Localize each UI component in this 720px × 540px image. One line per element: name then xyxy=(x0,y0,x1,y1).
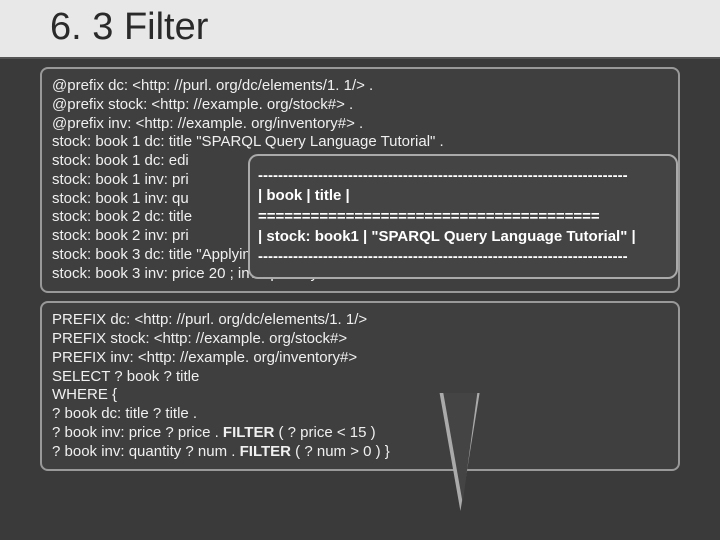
filter-keyword: FILTER xyxy=(223,424,274,441)
result-line: | stock: book1 | "SPARQL Query Language … xyxy=(258,227,668,247)
result-line: | book | title | xyxy=(258,186,668,206)
code-line: SELECT ? book ? title xyxy=(52,368,668,387)
query-result-callout: ----------------------------------------… xyxy=(248,154,678,279)
code-line: ? book inv: quantity ? num . FILTER ( ? … xyxy=(52,443,668,462)
code-line: ? book inv: price ? price . FILTER ( ? p… xyxy=(52,424,668,443)
code-line: WHERE { xyxy=(52,386,668,405)
code-line: PREFIX stock: <http: //example. org/stoc… xyxy=(52,330,668,349)
slide-title: 6. 3 Filter xyxy=(50,6,670,49)
result-line: ----------------------------------------… xyxy=(258,247,668,267)
result-line: ======================================= xyxy=(258,207,668,227)
code-line: @prefix dc: <http: //purl. org/dc/elemen… xyxy=(52,77,668,96)
code-line: stock: book 1 dc: title "SPARQL Query La… xyxy=(52,133,668,152)
code-line: PREFIX inv: <http: //example. org/invent… xyxy=(52,349,668,368)
code-line: @prefix stock: <http: //example. org/sto… xyxy=(52,96,668,115)
title-area: 6. 3 Filter xyxy=(0,0,720,59)
code-line: PREFIX dc: <http: //purl. org/dc/element… xyxy=(52,311,668,330)
code-line: @prefix inv: <http: //example. org/inven… xyxy=(52,115,668,134)
slide: 6. 3 Filter @prefix dc: <http: //purl. o… xyxy=(0,0,720,540)
result-line: ----------------------------------------… xyxy=(258,166,668,186)
code-line: ? book dc: title ? title . xyxy=(52,405,668,424)
filter-keyword: FILTER xyxy=(240,443,291,460)
sparql-query-block: PREFIX dc: <http: //purl. org/dc/element… xyxy=(40,301,680,471)
